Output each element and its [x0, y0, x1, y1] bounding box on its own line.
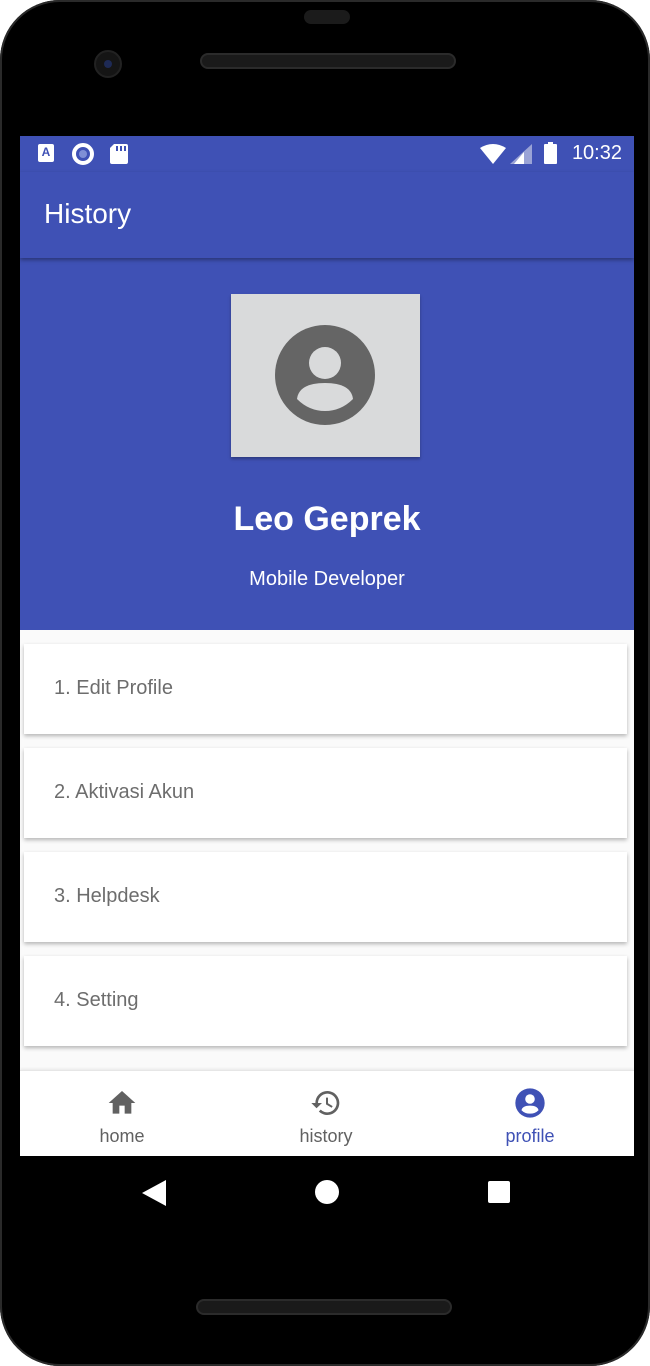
profile-menu-list: 1. Edit Profile 2. Aktivasi Akun 3. Help…	[20, 630, 634, 1070]
earpiece-speaker	[200, 53, 456, 69]
screen: A 10:32 History Leo Geprek Mobile Develo…	[20, 136, 634, 1156]
back-icon[interactable]	[142, 1180, 166, 1206]
menu-item-edit-profile[interactable]: 1. Edit Profile	[24, 644, 627, 734]
a-icon: A	[38, 144, 54, 162]
system-navigation-bar	[0, 1156, 650, 1226]
front-camera	[94, 50, 122, 78]
menu-item-aktivasi-akun[interactable]: 2. Aktivasi Akun	[24, 748, 627, 838]
wifi-icon	[480, 144, 506, 164]
app-bar: History	[20, 172, 634, 258]
top-sensor	[304, 10, 350, 24]
nav-item-profile[interactable]: profile	[428, 1071, 632, 1156]
history-icon	[311, 1091, 340, 1115]
recent-apps-icon[interactable]	[488, 1181, 510, 1203]
profile-role: Mobile Developer	[249, 568, 405, 590]
bottom-navigation: home history profile	[20, 1070, 634, 1156]
signal-icon	[510, 144, 532, 164]
menu-item-label: 4. Setting	[54, 989, 139, 1011]
status-bar: A 10:32	[20, 136, 634, 172]
menu-item-label: 1. Edit Profile	[54, 677, 173, 699]
nav-item-home[interactable]: home	[20, 1071, 224, 1156]
menu-item-label: 2. Aktivasi Akun	[54, 781, 195, 803]
bottom-speaker	[196, 1299, 452, 1315]
page-title: History	[44, 198, 132, 229]
nav-item-history[interactable]: history	[224, 1071, 428, 1156]
profile-header: Leo Geprek Mobile Developer	[20, 258, 634, 630]
menu-item-helpdesk[interactable]: 3. Helpdesk	[24, 852, 627, 942]
home-icon	[108, 1091, 136, 1114]
home-button-icon[interactable]	[315, 1180, 339, 1204]
account-circle-icon	[275, 325, 375, 425]
menu-item-setting[interactable]: 4. Setting	[24, 956, 627, 1046]
account-circle-icon	[515, 1088, 545, 1118]
status-time: 10:32	[571, 142, 622, 164]
menu-item-label: 3. Helpdesk	[54, 885, 160, 907]
nav-label-profile: profile	[505, 1126, 555, 1146]
battery-icon	[544, 142, 557, 164]
profile-name: Leo Geprek	[233, 500, 421, 538]
circle-icon	[72, 143, 94, 165]
avatar[interactable]	[231, 294, 420, 457]
nav-label-history: history	[299, 1126, 353, 1146]
sd-card-icon	[110, 144, 128, 164]
phone-frame: A 10:32 History Leo Geprek Mobile Develo…	[0, 0, 650, 1366]
nav-label-home: home	[99, 1126, 145, 1146]
